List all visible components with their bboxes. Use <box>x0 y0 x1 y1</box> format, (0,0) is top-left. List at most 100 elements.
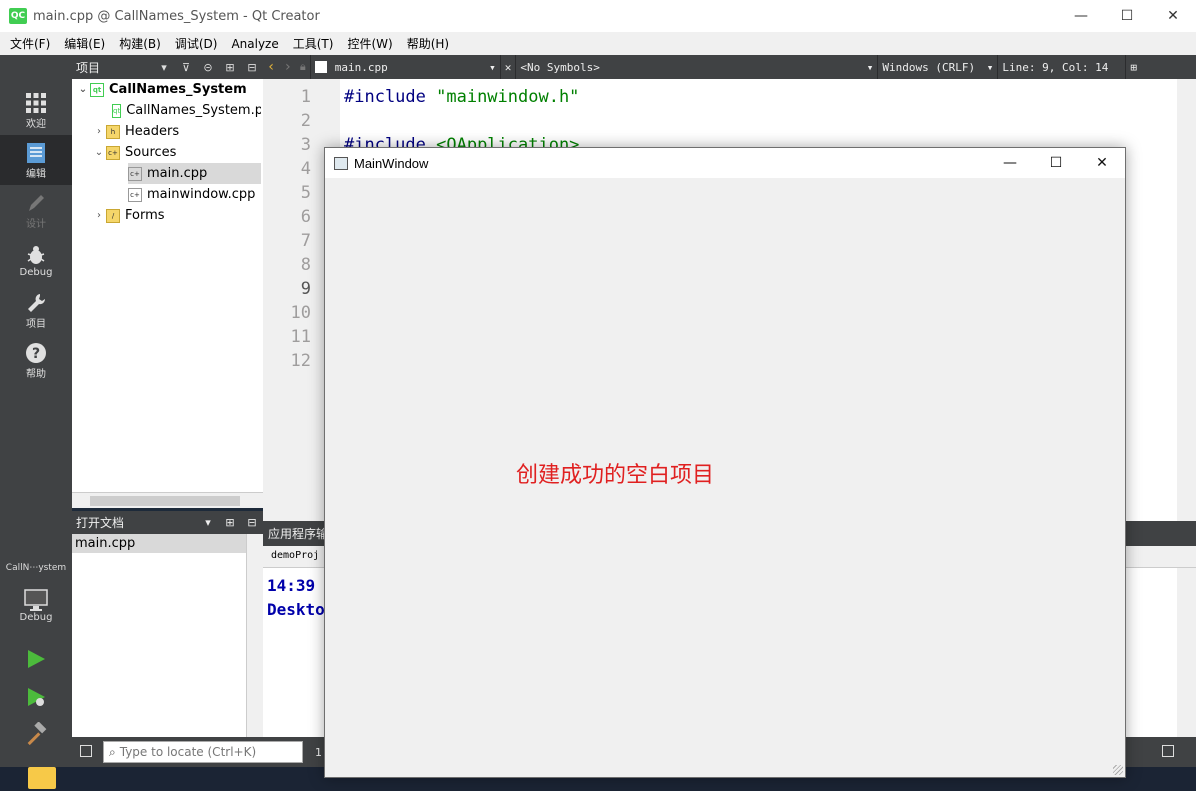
menu-analyze[interactable]: Analyze <box>224 37 285 51</box>
tree-item-label: mainwindow.cpp <box>147 187 256 202</box>
qt-project-icon: qt <box>90 82 104 97</box>
forward-arrow-icon[interactable]: › <box>279 55 295 79</box>
tree-item-sources[interactable]: ⌄ c+ Sources <box>92 142 261 163</box>
expand-arrow-icon[interactable]: › <box>92 126 106 137</box>
menu-file[interactable]: 文件(F) <box>3 35 57 52</box>
open-docs-scrollbar[interactable] <box>246 534 263 737</box>
line-number: 10 <box>290 303 311 323</box>
line-number: 4 <box>300 159 311 179</box>
split-icon[interactable]: ⊞ <box>219 516 241 529</box>
line-number: 3 <box>300 135 311 155</box>
kit-selector[interactable]: Debug <box>0 580 72 630</box>
pro-file-icon: qt <box>112 103 122 118</box>
close-document-icon[interactable]: ✕ <box>499 55 516 79</box>
file-selector[interactable]: main.cpp ▾ <box>309 55 500 79</box>
mode-welcome[interactable]: 欢迎 <box>0 85 72 135</box>
build-button[interactable] <box>22 720 50 748</box>
run-icon <box>28 650 45 668</box>
split-editor-icon[interactable]: ⊞ <box>1125 55 1141 79</box>
menu-edit[interactable]: 编辑(E) <box>57 35 112 52</box>
line-number: 1 <box>300 87 311 107</box>
mode-selector: 欢迎 编辑 设计 Debug 项目 ? 帮助 CallN⋯ystem Debug <box>0 55 72 767</box>
mode-design-label: 设计 <box>26 218 46 230</box>
menu-bar: 文件(F) 编辑(E) 构建(B) 调试(D) Analyze 工具(T) 控件… <box>0 32 1196 55</box>
file-explorer-icon[interactable] <box>28 767 56 789</box>
project-horizontal-scrollbar[interactable] <box>72 492 263 508</box>
close-pane-icon[interactable]: ⊟ <box>241 516 263 529</box>
project-panel-title[interactable]: 项目 <box>76 59 153 76</box>
split-icon[interactable]: ⊞ <box>219 61 241 74</box>
mode-help[interactable]: ? 帮助 <box>0 335 72 385</box>
tree-item-pro-file[interactable]: qt CallNames_System.pro <box>112 100 261 121</box>
output-scrollbar[interactable] <box>1177 568 1196 737</box>
line-number: 7 <box>300 231 311 251</box>
menu-build[interactable]: 构建(B) <box>112 35 168 52</box>
cursor-position[interactable]: Line: 9, Col: 14 <box>997 55 1125 79</box>
resize-grip[interactable] <box>1113 765 1123 775</box>
close-button[interactable]: ✕ <box>1150 0 1196 32</box>
menu-debug[interactable]: 调试(D) <box>168 35 225 52</box>
menu-controls[interactable]: 控件(W) <box>340 35 399 52</box>
include-path: "mainwindow.h" <box>425 87 580 107</box>
scrollbar-thumb[interactable] <box>90 496 240 506</box>
maximize-button[interactable]: ☐ <box>1104 0 1150 32</box>
kit-build-label: Debug <box>19 611 53 623</box>
run-button[interactable] <box>22 645 50 673</box>
locator-placeholder: Type to locate (Ctrl+K) <box>119 745 257 759</box>
dropdown-icon: ▾ <box>986 60 994 74</box>
mode-help-label: 帮助 <box>26 368 46 380</box>
menu-help[interactable]: 帮助(H) <box>400 35 456 52</box>
main-window-title: MainWindow <box>354 155 429 171</box>
collapse-arrow-icon[interactable]: ⌄ <box>76 84 90 95</box>
debug-run-button[interactable] <box>22 683 50 711</box>
code-line[interactable]: #include "mainwindow.h" <box>344 87 579 107</box>
app-window-icon <box>334 156 348 170</box>
output-pane-title[interactable]: 应用程序输 <box>268 525 328 542</box>
link-icon[interactable]: ⊝ <box>197 61 219 74</box>
open-doc-item[interactable]: main.cpp <box>72 534 263 553</box>
close-pane-icon[interactable]: ⊟ <box>241 61 263 74</box>
mode-edit[interactable]: 编辑 <box>0 135 72 185</box>
wrench-icon <box>28 293 46 312</box>
kit-project-label: CallN⋯ystem <box>5 563 67 573</box>
line-number-current: 9 <box>300 279 311 299</box>
toggle-right-sidebar-icon[interactable] <box>1162 745 1174 757</box>
filter-icon[interactable]: ⊽ <box>175 61 197 74</box>
mode-projects[interactable]: 项目 <box>0 285 72 335</box>
menu-tools[interactable]: 工具(T) <box>286 35 341 52</box>
editor-scrollbar[interactable] <box>1177 79 1196 521</box>
tree-item-label: Headers <box>125 124 180 139</box>
help-icon: ? <box>26 342 46 363</box>
dropdown-icon[interactable]: ▾ <box>153 61 175 74</box>
locator-input[interactable]: ⌕ Type to locate (Ctrl+K) <box>103 741 303 763</box>
minimize-button[interactable]: — <box>1058 0 1104 32</box>
output-subtab[interactable]: demoProj <box>271 550 319 561</box>
expand-arrow-icon[interactable]: › <box>92 210 106 221</box>
app-main-window[interactable]: MainWindow — ☐ ✕ 创建成功的空白项目 <box>324 147 1126 778</box>
tree-item-forms[interactable]: › / Forms <box>92 205 261 226</box>
collapse-arrow-icon[interactable]: ⌄ <box>92 147 106 158</box>
symbols-selector[interactable]: <No Symbols> ▾ <box>515 55 877 79</box>
main-window-minimize-button[interactable]: — <box>987 148 1033 178</box>
main-window-maximize-button[interactable]: ☐ <box>1033 148 1079 178</box>
dropdown-icon[interactable]: ▾ <box>197 516 219 529</box>
line-number: 12 <box>290 351 311 371</box>
headers-folder-icon: h <box>106 124 120 139</box>
main-window-center-text: 创建成功的空白项目 <box>516 463 715 488</box>
main-window-close-button[interactable]: ✕ <box>1079 148 1125 178</box>
editor-toolbar: ‹ › 🔒︎ main.cpp ▾ ✕ <No Symbols> ▾ Windo… <box>263 55 1196 79</box>
back-arrow-icon[interactable]: ‹ <box>263 55 279 79</box>
main-window-titlebar[interactable]: MainWindow — ☐ ✕ <box>325 148 1125 178</box>
open-docs-title[interactable]: 打开文档 <box>76 514 197 531</box>
tree-item-project[interactable]: ⌄ qt CallNames_System <box>76 79 261 100</box>
tree-item-headers[interactable]: › h Headers <box>92 121 261 142</box>
bug-icon <box>27 245 45 264</box>
mode-design[interactable]: 设计 <box>0 185 72 235</box>
toggle-sidebar-icon[interactable] <box>80 745 92 757</box>
tree-item-mainwindow-cpp[interactable]: c+ mainwindow.cpp <box>128 184 261 205</box>
line-ending-selector[interactable]: Windows (CRLF) ▾ <box>877 55 997 79</box>
tree-item-label: main.cpp <box>147 166 208 181</box>
output-pane-number[interactable]: 1 <box>315 746 322 759</box>
tree-item-main-cpp[interactable]: c+ main.cpp <box>128 163 261 184</box>
mode-debug[interactable]: Debug <box>0 235 72 285</box>
